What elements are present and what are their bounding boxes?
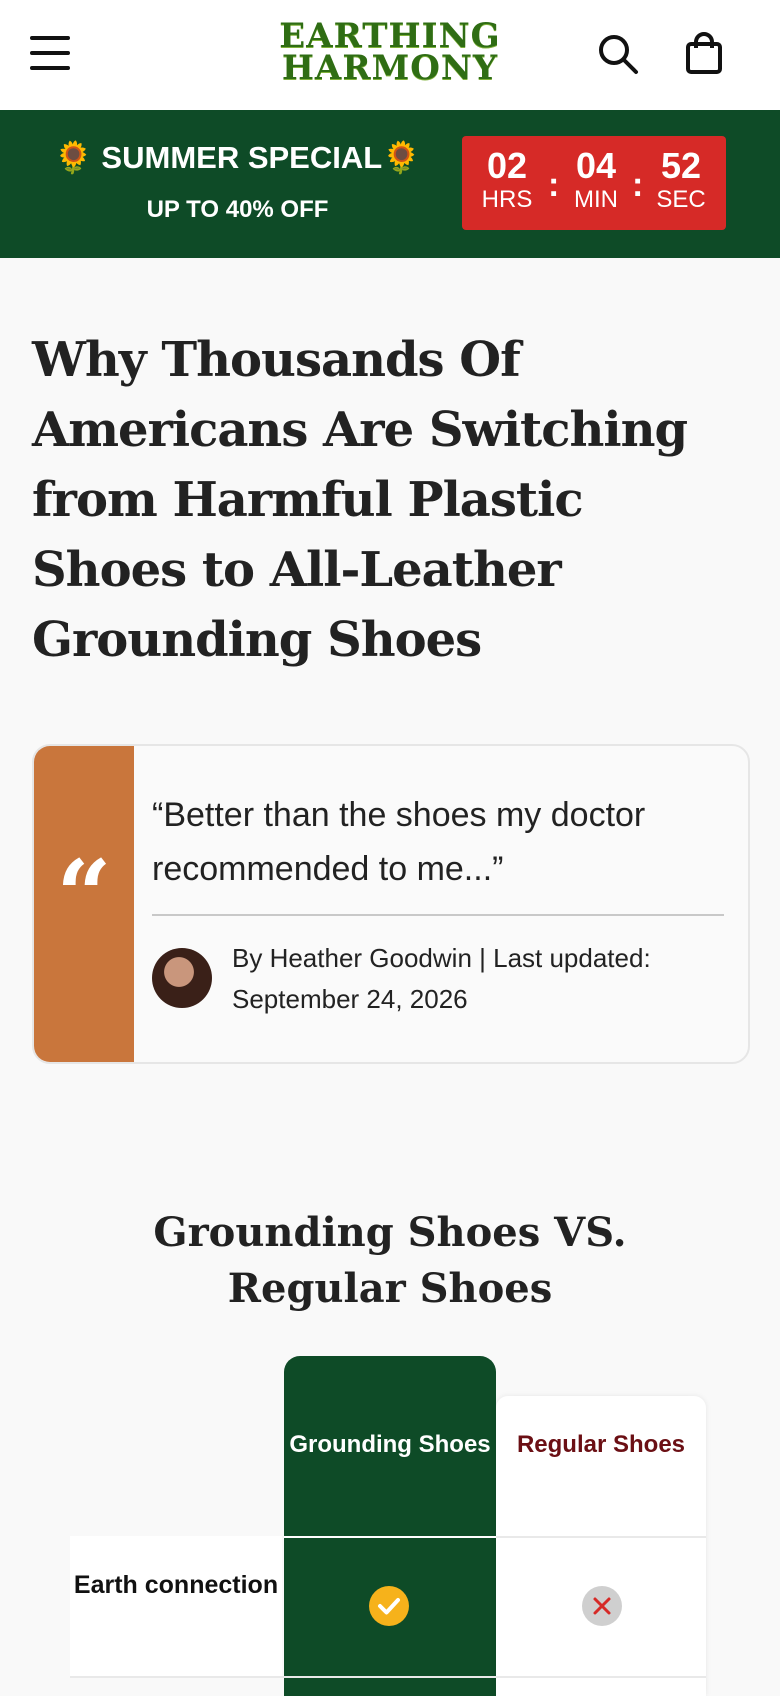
quote-mark-icon: “: [56, 839, 112, 952]
countdown-seconds: 52 SEC: [646, 146, 716, 214]
comparison-row-label: Earth connection: [73, 1571, 279, 1599]
shopping-bag-icon[interactable]: [682, 32, 726, 76]
hamburger-menu-icon[interactable]: [30, 36, 70, 70]
countdown-timer: 02 HRS : 04 MIN : 52 SEC: [462, 136, 726, 230]
grounding-shoes-column: [284, 1356, 496, 1696]
countdown-seconds-label: SEC: [656, 186, 706, 213]
countdown-minutes-value: 04: [575, 145, 617, 186]
countdown-hours-value: 02: [486, 145, 528, 186]
check-icon: [369, 1586, 409, 1626]
countdown-minutes: 04 MIN: [561, 146, 631, 214]
countdown-hours: 02 HRS: [472, 146, 542, 214]
countdown-minutes-label: MIN: [574, 186, 618, 213]
countdown-separator: :: [632, 166, 644, 204]
grounding-shoes-header: Grounding Shoes: [289, 1431, 491, 1458]
promo-title: 🌻 SUMMER SPECIAL🌻: [54, 140, 421, 175]
search-icon[interactable]: [596, 32, 640, 76]
promo-subtitle: UP TO 40% OFF: [146, 196, 329, 223]
testimonial-card: “ “Better than the shoes my doctor recom…: [32, 744, 750, 1064]
promo-banner[interactable]: 🌻 SUMMER SPECIAL🌻 UP TO 40% OFF 02 HRS :…: [0, 110, 780, 258]
countdown-hours-label: HRS: [481, 186, 533, 213]
site-logo[interactable]: EARTHING HARMONY: [276, 19, 504, 88]
testimonial-quote: “Better than the shoes my doctor recomme…: [152, 796, 646, 888]
site-header: EARTHING HARMONY: [0, 0, 780, 110]
comparison-title: Grounding Shoes VS. Regular Shoes: [153, 1209, 627, 1312]
divider: [70, 1676, 706, 1678]
regular-shoes-header: Regular Shoes: [516, 1431, 686, 1458]
divider: [284, 1536, 496, 1538]
article-headline: Why Thousands Of Americans Are Switching…: [32, 332, 688, 668]
comparison-row-label-cell: [70, 1536, 282, 1678]
countdown-separator: :: [548, 166, 560, 204]
logo-line-2: HARMONY: [281, 48, 499, 88]
divider: [152, 914, 724, 916]
author-byline: By Heather Goodwin | Last updated: Septe…: [232, 943, 651, 1014]
countdown-seconds-value: 52: [660, 145, 702, 186]
author-avatar: [152, 948, 212, 1008]
cross-icon: [582, 1586, 622, 1626]
divider: [496, 1536, 706, 1538]
